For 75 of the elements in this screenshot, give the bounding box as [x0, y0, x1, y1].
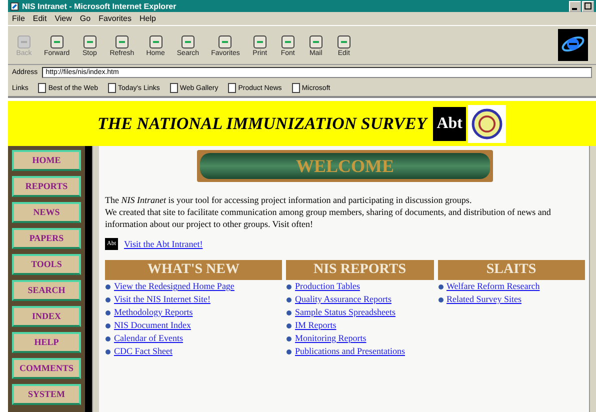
section-link[interactable]: NIS Document Index: [114, 319, 191, 332]
bullet-icon: [105, 296, 111, 302]
nav-button[interactable]: NEWS: [12, 202, 81, 223]
welcome-text: WELCOME: [200, 153, 490, 179]
bullet-icon: [286, 296, 292, 302]
section-link[interactable]: Related Survey Sites: [446, 293, 522, 306]
page-icon: [292, 83, 300, 93]
section-heading: NIS REPORTS: [286, 260, 434, 280]
browser-logo-icon: [558, 29, 588, 61]
window-title: NIS Intranet - Microsoft Internet Explorer: [22, 2, 178, 10]
page-icon: [170, 83, 178, 93]
toolbar-icon: [336, 34, 352, 50]
abt-logo: Abt: [432, 106, 466, 140]
nav-button[interactable]: COMMENTS: [12, 358, 81, 379]
section-link[interactable]: Publications and Presentations: [295, 345, 405, 358]
menu-item[interactable]: Favorites: [98, 14, 132, 23]
nav-button[interactable]: SEARCH: [12, 280, 81, 301]
bullet-icon: [105, 310, 111, 316]
toolbar-icon: [280, 34, 296, 50]
section-heading: WHAT'S NEW: [105, 260, 282, 280]
toolbar-icon: [308, 34, 324, 50]
section-link[interactable]: Sample Status Spreadsheets: [295, 306, 396, 319]
section-link[interactable]: Calendar of Events: [114, 332, 183, 345]
section-link[interactable]: Visit the NIS Internet Site!: [114, 293, 210, 306]
section-link[interactable]: IM Reports: [295, 319, 336, 332]
nav-button[interactable]: REPORTS: [12, 176, 81, 197]
toolbar-icon: [16, 34, 32, 50]
maximize-button[interactable]: [582, 0, 594, 12]
section-link[interactable]: Welfare Reform Research: [446, 280, 540, 293]
bullet-icon: [286, 348, 292, 354]
bullet-icon: [105, 284, 111, 290]
nav-button[interactable]: HELP: [12, 332, 81, 353]
bullet-icon: [105, 336, 111, 342]
page-icon: [38, 83, 46, 93]
nav-button[interactable]: SYSTEM: [12, 384, 81, 405]
bullet-icon: [105, 348, 111, 354]
nav-button[interactable]: HOME: [12, 150, 81, 171]
page-icon: [228, 83, 236, 93]
abt-link[interactable]: Visit the Abt Intranet!: [124, 239, 203, 249]
site-title: THE NATIONAL IMMUNIZATION SURVEY: [98, 114, 427, 134]
section-link[interactable]: CDC Fact Sheet: [114, 345, 172, 358]
bullet-icon: [286, 284, 292, 290]
bullet-icon: [438, 296, 444, 302]
toolbar-icon: [180, 34, 196, 50]
section-link[interactable]: Methodology Reports: [114, 306, 193, 319]
bullet-icon: [105, 322, 111, 328]
nav-button[interactable]: INDEX: [12, 306, 81, 327]
minimize-button[interactable]: [569, 0, 581, 12]
bullet-icon: [286, 310, 292, 316]
section-link[interactable]: View the Redesigned Home Page: [114, 280, 234, 293]
bullet-icon: [286, 336, 292, 342]
toolbar-icon: [217, 34, 234, 50]
nav-button[interactable]: TOOLS: [12, 254, 81, 275]
menu-item[interactable]: File: [12, 14, 25, 23]
menu-item[interactable]: Help: [139, 14, 156, 23]
intro-paragraph: The NIS Intranet is your tool for accessing project information and participating in discussion groups. We created that site to facilitate communication among group members, sharing of documents, and distribution of news and information about our project to other groups. Visit often!: [105, 194, 552, 230]
toolbar-icon: [252, 34, 268, 50]
menu-item[interactable]: View: [54, 14, 72, 23]
menu-item[interactable]: Edit: [32, 14, 47, 23]
section-link[interactable]: Quality Assurance Reports: [295, 293, 392, 306]
section-heading: SLAITS: [438, 260, 585, 280]
toolbar-icon: [148, 34, 164, 50]
bullet-icon: [438, 284, 444, 290]
toolbar-icon: [48, 34, 65, 50]
page-icon: [10, 2, 19, 10]
bullet-icon: [286, 322, 292, 328]
nav-button[interactable]: PAPERS: [12, 228, 81, 249]
menu-item[interactable]: Go: [80, 14, 91, 23]
maximize-icon: [584, 2, 592, 10]
toolbar-icon: [82, 34, 98, 50]
section-link[interactable]: Production Tables: [295, 280, 360, 293]
page-icon: [108, 83, 116, 93]
toolbar-icon: [114, 34, 130, 50]
section-link[interactable]: Monitoring Reports: [295, 332, 366, 345]
emblem-icon: [468, 104, 506, 142]
